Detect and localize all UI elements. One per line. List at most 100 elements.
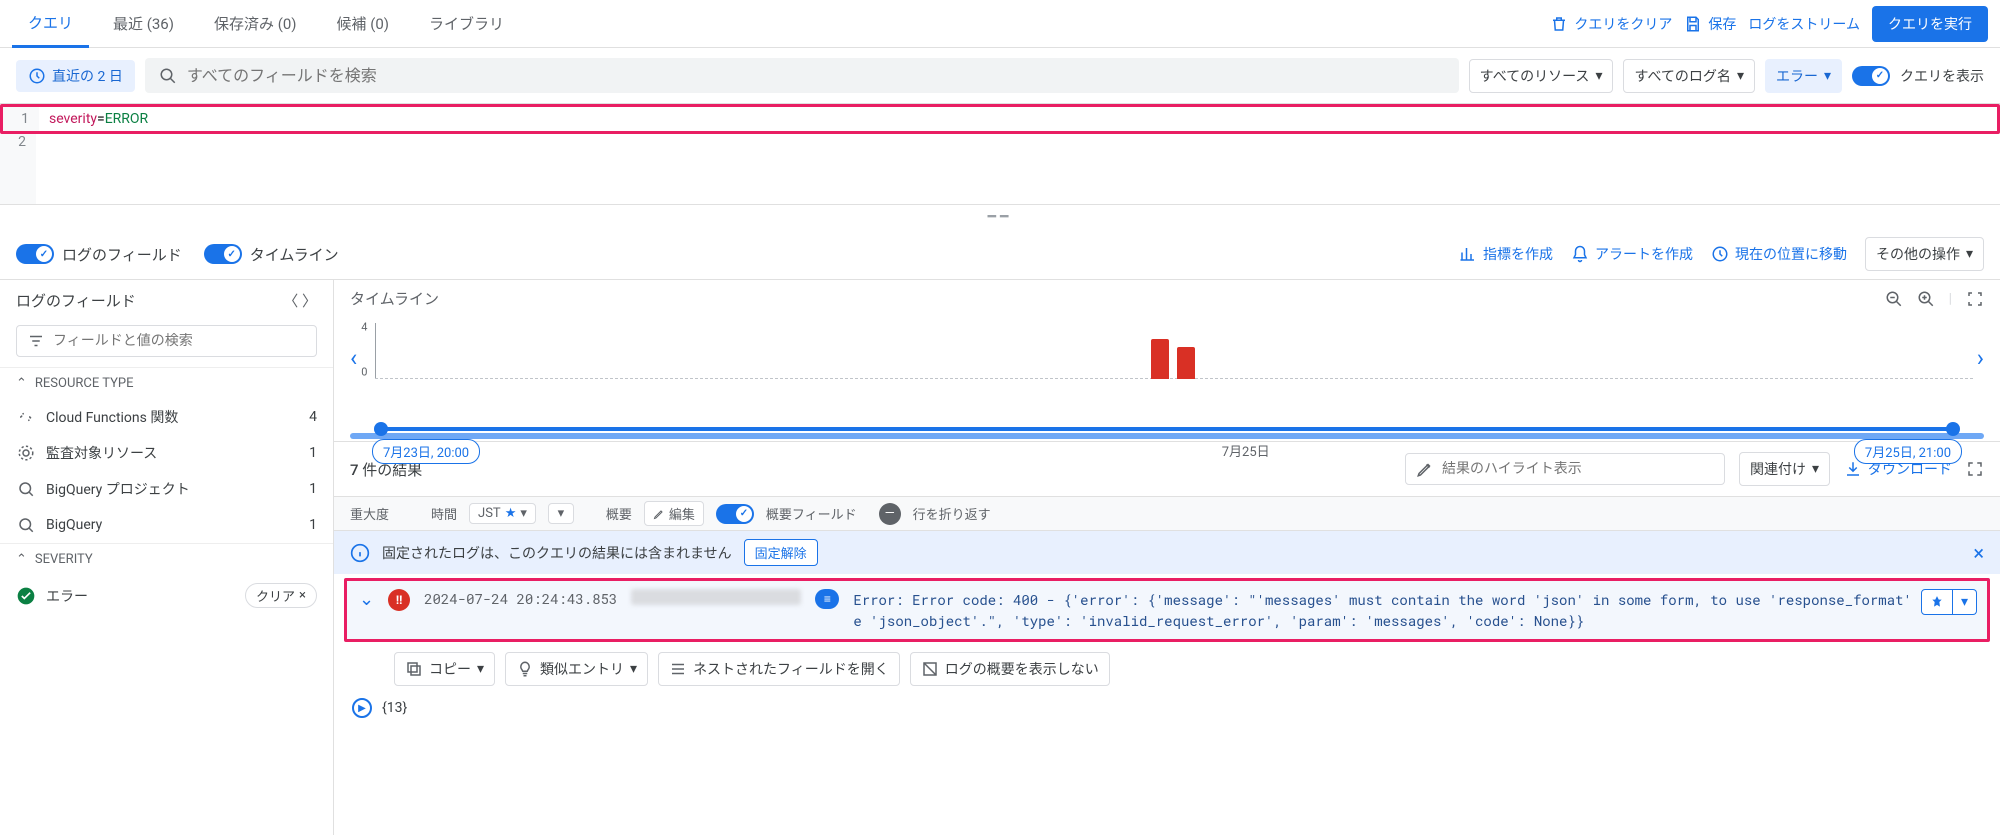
expand-icon[interactable]	[1966, 290, 1984, 308]
similar-dropdown[interactable]: 類似エントリ▾	[505, 652, 648, 686]
search-icon	[159, 67, 177, 85]
tab-suggest[interactable]: 候補 (0)	[320, 0, 405, 48]
show-query-toggle[interactable]	[1852, 66, 1890, 86]
expand-row-icon[interactable]: ⌄	[359, 589, 374, 610]
timeline-toggle[interactable]	[204, 244, 242, 264]
log-timestamp: 2024-07-24 20:24:43.853	[424, 589, 617, 608]
save-button[interactable]: 保存	[1684, 14, 1736, 34]
zoom-in-icon[interactable]	[1917, 290, 1935, 308]
slider-handle-start[interactable]	[374, 422, 388, 436]
tab-query[interactable]: クエリ	[12, 0, 89, 48]
bigquery-project-icon	[16, 479, 36, 499]
play-icon[interactable]: ▶	[352, 698, 372, 718]
timezone-dropdown[interactable]: JST ★ ▾	[469, 503, 536, 524]
timeline-chart[interactable]: ‹ 4 0 ›	[334, 317, 2000, 403]
correlate-dropdown[interactable]: 関連付け ▾	[1739, 452, 1830, 486]
pin-menu-button[interactable]: ▾	[1953, 589, 1977, 615]
chevron-down-icon: ▾	[1812, 461, 1819, 477]
sidebar-item-label: BigQuery プロジェクト	[46, 479, 190, 499]
fields-toggle[interactable]	[16, 244, 54, 264]
star-icon: ★	[505, 506, 517, 521]
sidebar-item-label: 監査対象リソース	[46, 443, 157, 463]
copy-dropdown[interactable]: コピー▾	[394, 652, 495, 686]
summary-fields-label: 概要フィールド	[766, 504, 857, 523]
tab-library[interactable]: ライブラリ	[413, 0, 520, 48]
slider-mid-label: 7月25日	[1222, 441, 1270, 460]
severity-dropdown[interactable]: エラー▾	[1765, 59, 1842, 93]
logname-dropdown[interactable]: すべてのログ名▾	[1623, 59, 1755, 93]
create-alert-button[interactable]: アラートを作成	[1571, 244, 1693, 264]
global-search-input[interactable]	[187, 66, 1445, 85]
chevron-down-icon: ▾	[1737, 68, 1744, 84]
banner-close[interactable]: ×	[1973, 541, 1984, 565]
sidebar-item-count: 1	[309, 517, 317, 533]
col-severity: 重大度	[350, 504, 389, 523]
highlight-input[interactable]	[1442, 461, 1714, 477]
timeline-next[interactable]: ›	[1973, 344, 1988, 372]
unpin-button[interactable]: 固定解除	[744, 539, 818, 566]
main-panel: タイムライン | ‹ 4 0 ›	[334, 280, 2000, 835]
resource-label: すべてのリソース	[1480, 66, 1590, 86]
bigquery-icon	[16, 515, 36, 535]
highlight-input-wrap[interactable]	[1405, 453, 1725, 485]
slider-start-label: 7月23日, 20:00	[372, 439, 480, 464]
sidebar-search-input[interactable]	[53, 333, 306, 349]
pin-button[interactable]	[1921, 589, 1953, 615]
timerange-chip[interactable]: 直近の 2 日	[16, 60, 135, 92]
more-actions-dropdown[interactable]: その他の操作▾	[1865, 237, 1984, 271]
edit-summary-button[interactable]: 編集	[644, 501, 704, 526]
histogram-bar[interactable]	[1177, 347, 1195, 379]
correlate-label: 関連付け	[1750, 459, 1806, 479]
query-editor[interactable]: 1 severity=ERROR 2	[0, 103, 2000, 205]
tab-recent[interactable]: 最近 (36)	[97, 0, 190, 48]
section-severity[interactable]: ⌃SEVERITY	[0, 543, 333, 575]
clear-label: クリア	[256, 586, 295, 605]
log-entry-pinned[interactable]: ▾ ⌄ !! 2024-07-24 20:24:43.853 ≡ Error: …	[344, 578, 1990, 642]
timeline-prev[interactable]: ‹	[346, 344, 361, 372]
hide-summary-label: ログの概要を表示しない	[945, 659, 1099, 679]
create-metric-label: 指標を作成	[1483, 244, 1553, 264]
sidebar-item[interactable]: BigQuery プロジェクト 1	[0, 471, 333, 507]
resize-handle[interactable]: ━━	[0, 205, 2000, 229]
save-label: 保存	[1708, 14, 1736, 34]
global-search[interactable]	[145, 58, 1459, 93]
histogram-bar[interactable]	[1151, 339, 1169, 379]
log-source-redacted	[631, 589, 801, 605]
jump-now-button[interactable]: 現在の位置に移動	[1711, 244, 1847, 264]
wrap-indicator-icon: ≡	[815, 589, 839, 609]
chevron-up-icon: ⌃	[16, 376, 27, 391]
sidebar-item[interactable]: 監査対象リソース 1	[0, 435, 333, 471]
chevron-down-icon: ▾	[630, 661, 637, 677]
code-line-1: severity=ERROR	[39, 107, 1997, 131]
run-query-button[interactable]: クエリを実行	[1872, 6, 1988, 42]
show-query-label: クエリを表示	[1900, 66, 1984, 86]
fullscreen-icon[interactable]	[1966, 460, 1984, 478]
tab-saved[interactable]: 保存済み (0)	[198, 0, 313, 48]
hide-summary-button[interactable]: ログの概要を表示しない	[910, 652, 1110, 686]
clear-severity-button[interactable]: クリア×	[245, 583, 317, 608]
time-slider[interactable]: 7月23日, 20:00 7月25日 7月25日, 21:00	[380, 427, 1954, 431]
sidebar-severity-item[interactable]: エラー クリア×	[0, 575, 333, 616]
sidebar-item[interactable]: Cloud Functions 関数 4	[0, 399, 333, 435]
pin-icon	[1930, 595, 1944, 609]
nested-button[interactable]: ネストされたフィールドを開く	[658, 652, 900, 686]
time-format-dropdown[interactable]: ▾	[548, 503, 574, 524]
section-resource-type[interactable]: ⌃RESOURCE TYPE	[0, 367, 333, 399]
create-metric-button[interactable]: 指標を作成	[1459, 244, 1553, 264]
chevron-down-icon: ▾	[477, 661, 484, 677]
clear-query-button[interactable]: クエリをクリア	[1550, 14, 1672, 34]
code-icon[interactable]: 〈 〉	[283, 290, 317, 311]
resource-dropdown[interactable]: すべてのリソース▾	[1469, 59, 1614, 93]
zoom-out-icon[interactable]	[1885, 290, 1903, 308]
severity-error-icon: !!	[388, 589, 410, 611]
wrap-off-icon[interactable]: —	[879, 503, 901, 525]
summary-fields-toggle[interactable]	[716, 504, 754, 524]
sidebar-title: ログのフィールド	[16, 290, 136, 311]
audit-icon	[16, 443, 36, 463]
slider-handle-end[interactable]	[1946, 422, 1960, 436]
json-expand-row[interactable]: ▶ {13}	[334, 694, 2000, 728]
timezone-label: JST	[478, 506, 501, 521]
stream-button[interactable]: ログをストリーム	[1748, 14, 1860, 34]
sidebar-item[interactable]: BigQuery 1	[0, 507, 333, 543]
sidebar-search[interactable]	[16, 325, 317, 357]
